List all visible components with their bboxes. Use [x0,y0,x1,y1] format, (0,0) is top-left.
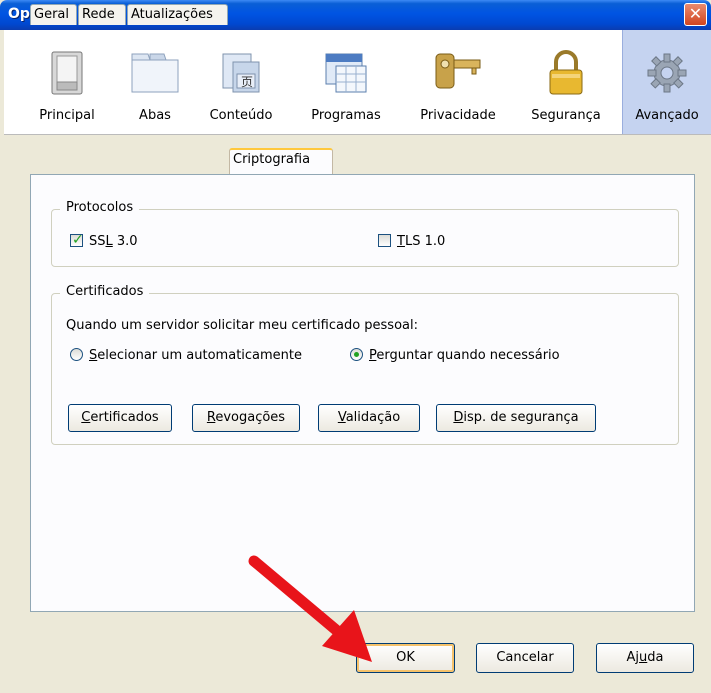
tab-criptografia[interactable]: Criptografia [229,148,333,174]
options-window: Opções ✕ Principal Abas [0,0,711,693]
tab-label: Criptografia [233,152,311,167]
red-arrow-annotation [248,555,372,662]
